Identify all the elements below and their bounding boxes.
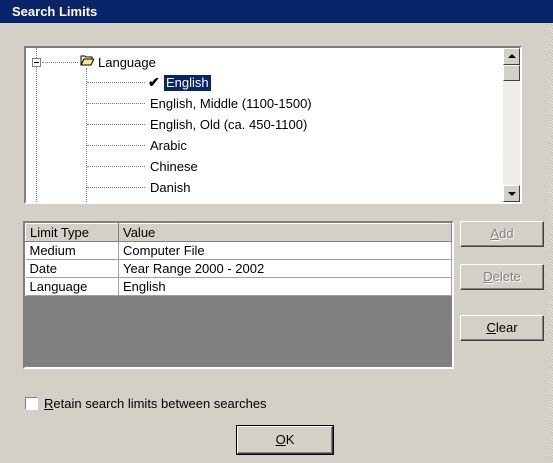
scroll-up-button[interactable] bbox=[503, 48, 520, 65]
column-header-value[interactable]: Value bbox=[118, 223, 452, 242]
tree-root-label[interactable]: Language bbox=[98, 55, 156, 71]
cell-value: English bbox=[118, 277, 452, 296]
tree-line bbox=[87, 124, 145, 125]
tree-content: Language ✔ English English, Middle (1100… bbox=[26, 48, 499, 202]
tree-item-english-middle[interactable]: English, Middle (1100-1500) bbox=[150, 96, 312, 112]
arrow-up-icon bbox=[508, 54, 516, 58]
add-label: dd bbox=[499, 226, 514, 241]
tree-item-arabic[interactable]: Arabic bbox=[150, 138, 187, 154]
clear-label: lear bbox=[495, 320, 518, 335]
table-row[interactable]: Date Year Range 2000 - 2002 bbox=[25, 259, 452, 278]
ok-label: K bbox=[285, 432, 295, 447]
tree-scrollbar[interactable] bbox=[503, 48, 520, 202]
clear-button[interactable]: Clear bbox=[460, 315, 544, 341]
cell-limit-type: Medium bbox=[25, 241, 119, 260]
tree-item-english-old[interactable]: English, Old (ca. 450-1100) bbox=[150, 117, 307, 133]
delete-accelerator: D bbox=[483, 269, 493, 284]
table-row[interactable]: Medium Computer File bbox=[25, 241, 452, 260]
clear-accelerator: C bbox=[486, 320, 496, 335]
ok-button[interactable]: OK bbox=[236, 425, 334, 455]
cell-value: Computer File bbox=[118, 241, 452, 260]
tree-line bbox=[86, 68, 87, 202]
window-edge bbox=[548, 23, 553, 463]
scroll-down-button[interactable] bbox=[503, 185, 520, 202]
limits-grid[interactable]: Limit Type Value Medium Computer File Da… bbox=[23, 221, 454, 369]
open-folder-icon bbox=[80, 55, 94, 66]
retain-limits-checkbox[interactable] bbox=[25, 397, 38, 410]
cell-limit-type: Date bbox=[25, 259, 119, 278]
title-bar: Search Limits bbox=[0, 0, 553, 23]
tree-line bbox=[36, 48, 37, 202]
window-title: Search Limits bbox=[12, 4, 98, 19]
language-tree[interactable]: Language ✔ English English, Middle (1100… bbox=[24, 46, 522, 204]
tree-line bbox=[87, 166, 145, 167]
table-header-row: Limit Type Value bbox=[25, 223, 452, 242]
retain-limits-label[interactable]: Retain search limits between searches bbox=[44, 396, 267, 411]
cell-limit-type: Language bbox=[25, 277, 119, 296]
tree-item-danish[interactable]: Danish bbox=[150, 180, 190, 196]
add-button[interactable]: Add bbox=[460, 221, 544, 247]
delete-label: elete bbox=[492, 269, 521, 284]
retain-accelerator: R bbox=[44, 396, 54, 411]
tree-line bbox=[87, 82, 145, 83]
column-header-limit-type[interactable]: Limit Type bbox=[25, 223, 119, 242]
tree-line bbox=[42, 62, 78, 63]
checkmark-icon: ✔ bbox=[148, 74, 160, 90]
tree-line bbox=[87, 103, 145, 104]
retain-label-text: etain search limits between searches bbox=[53, 396, 267, 411]
tree-item-chinese[interactable]: Chinese bbox=[150, 159, 198, 175]
collapse-icon[interactable] bbox=[32, 58, 41, 67]
limits-table: Limit Type Value Medium Computer File Da… bbox=[25, 223, 452, 296]
cell-value: Year Range 2000 - 2002 bbox=[118, 259, 452, 278]
arrow-down-icon bbox=[508, 192, 516, 196]
tree-line bbox=[87, 187, 145, 188]
scroll-thumb[interactable] bbox=[503, 65, 520, 81]
tree-line bbox=[87, 145, 145, 146]
ok-accelerator: O bbox=[275, 432, 286, 447]
table-row[interactable]: Language English bbox=[25, 277, 452, 296]
add-accelerator: A bbox=[490, 226, 500, 241]
delete-button[interactable]: Delete bbox=[460, 264, 544, 290]
tree-item-english[interactable]: English bbox=[164, 75, 211, 91]
